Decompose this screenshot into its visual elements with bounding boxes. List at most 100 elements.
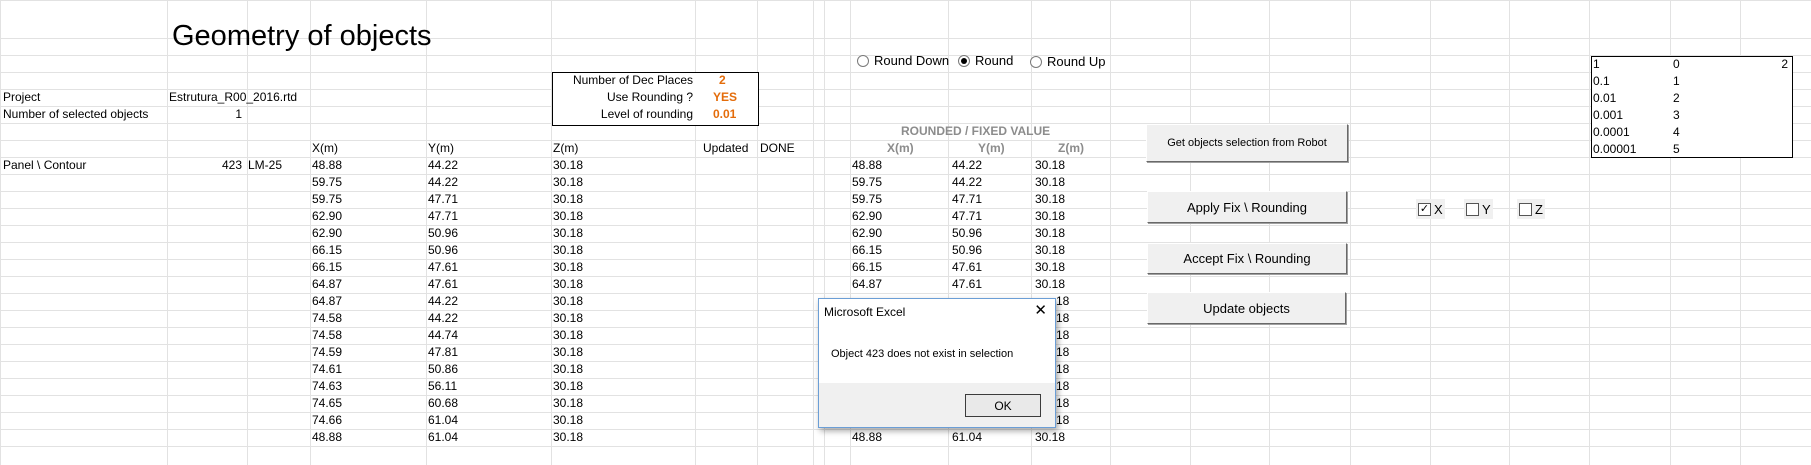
checkbox-z[interactable]: Z bbox=[1517, 199, 1545, 219]
cell-y[interactable]: 47.81 bbox=[428, 344, 458, 361]
panel-id[interactable]: 423 bbox=[200, 157, 242, 174]
cell-x[interactable]: 62.90 bbox=[312, 208, 342, 225]
project-value[interactable]: Estrutura_R00_2016.rtd bbox=[169, 89, 297, 106]
cell-y[interactable]: 61.04 bbox=[428, 412, 458, 429]
radio-round[interactable]: Round bbox=[958, 53, 1013, 68]
rounded-cell-y[interactable]: 50.96 bbox=[952, 242, 982, 259]
cell-x[interactable]: 74.65 bbox=[312, 395, 342, 412]
radio-round-down[interactable]: Round Down bbox=[857, 53, 949, 68]
rounded-cell-y[interactable]: 44.22 bbox=[952, 157, 982, 174]
apply-fix-button[interactable]: Apply Fix \ Rounding bbox=[1147, 191, 1347, 223]
rounded-cell-x[interactable]: 66.15 bbox=[852, 259, 882, 276]
cell-z[interactable]: 30.18 bbox=[553, 327, 583, 344]
rounded-cell-y[interactable]: 44.22 bbox=[952, 174, 982, 191]
rounded-cell-y[interactable]: 47.61 bbox=[952, 276, 982, 293]
lookup-decimals[interactable]: 5 bbox=[1673, 141, 1680, 158]
cell-z[interactable]: 30.18 bbox=[553, 412, 583, 429]
cell-y[interactable]: 44.22 bbox=[428, 310, 458, 327]
use-rounding-value[interactable]: YES bbox=[713, 89, 737, 106]
cell-y[interactable]: 50.96 bbox=[428, 242, 458, 259]
lookup-decimals[interactable]: 2 bbox=[1673, 90, 1680, 107]
rounded-cell-z[interactable]: 30.18 bbox=[1035, 276, 1065, 293]
cell-y[interactable]: 44.22 bbox=[428, 174, 458, 191]
rounded-cell-z[interactable]: 18 bbox=[1056, 412, 1069, 429]
rounding-level-value[interactable]: 0.01 bbox=[713, 106, 736, 123]
lookup-level[interactable]: 0.0001 bbox=[1593, 124, 1630, 141]
cell-y[interactable]: 47.61 bbox=[428, 259, 458, 276]
panel-type[interactable]: LM-25 bbox=[248, 157, 282, 174]
cell-x[interactable]: 74.58 bbox=[312, 327, 342, 344]
cell-x[interactable]: 74.58 bbox=[312, 310, 342, 327]
rounded-cell-x[interactable]: 48.88 bbox=[852, 157, 882, 174]
cell-z[interactable]: 30.18 bbox=[553, 208, 583, 225]
cell-z[interactable]: 30.18 bbox=[553, 259, 583, 276]
rounded-cell-z[interactable]: 18 bbox=[1056, 395, 1069, 412]
rounded-cell-x[interactable]: 59.75 bbox=[852, 174, 882, 191]
cell-y[interactable]: 61.04 bbox=[428, 429, 458, 446]
rounded-cell-y[interactable]: 47.61 bbox=[952, 259, 982, 276]
cell-y[interactable]: 47.71 bbox=[428, 191, 458, 208]
rounded-cell-z[interactable]: 30.18 bbox=[1035, 208, 1065, 225]
rounded-cell-x[interactable]: 62.90 bbox=[852, 208, 882, 225]
cell-z[interactable]: 30.18 bbox=[553, 174, 583, 191]
rounded-cell-x[interactable]: 66.15 bbox=[852, 242, 882, 259]
cell-y[interactable]: 60.68 bbox=[428, 395, 458, 412]
cell-z[interactable]: 30.18 bbox=[553, 378, 583, 395]
radio-round-up[interactable]: Round Up bbox=[1030, 54, 1106, 69]
rounded-cell-x[interactable]: 64.87 bbox=[852, 276, 882, 293]
lookup-decimals[interactable]: 3 bbox=[1673, 107, 1680, 124]
cell-x[interactable]: 74.59 bbox=[312, 344, 342, 361]
lookup-level[interactable]: 0.00001 bbox=[1593, 141, 1636, 158]
cell-x[interactable]: 48.88 bbox=[312, 157, 342, 174]
ok-button[interactable]: OK bbox=[965, 394, 1041, 417]
rounded-cell-x[interactable]: 59.75 bbox=[852, 191, 882, 208]
cell-y[interactable]: 44.22 bbox=[428, 293, 458, 310]
lookup-decimals[interactable]: 4 bbox=[1673, 124, 1680, 141]
lookup-level[interactable]: 0.1 bbox=[1593, 73, 1610, 90]
cell-z[interactable]: 30.18 bbox=[553, 225, 583, 242]
cell-z[interactable]: 30.18 bbox=[553, 157, 583, 174]
cell-x[interactable]: 74.63 bbox=[312, 378, 342, 395]
rounded-cell-z[interactable]: 18 bbox=[1056, 344, 1069, 361]
selected-count-value[interactable]: 1 bbox=[200, 106, 242, 123]
update-objects-button[interactable]: Update objects bbox=[1147, 292, 1346, 324]
rounded-cell-z[interactable]: 18 bbox=[1056, 327, 1069, 344]
cell-y[interactable]: 44.74 bbox=[428, 327, 458, 344]
cell-y[interactable]: 56.11 bbox=[428, 378, 457, 395]
rounded-cell-z[interactable]: 30.18 bbox=[1035, 191, 1065, 208]
cell-y[interactable]: 50.86 bbox=[428, 361, 458, 378]
get-selection-button[interactable]: Get objects selection from Robot bbox=[1146, 124, 1348, 162]
checkbox-x[interactable]: ✓ X bbox=[1416, 199, 1445, 219]
cell-z[interactable]: 30.18 bbox=[553, 395, 583, 412]
cell-y[interactable]: 50.96 bbox=[428, 225, 458, 242]
rounded-cell-z[interactable]: 30.18 bbox=[1035, 242, 1065, 259]
cell-x[interactable]: 64.87 bbox=[312, 276, 342, 293]
cell-z[interactable]: 30.18 bbox=[553, 361, 583, 378]
cell-y[interactable]: 47.61 bbox=[428, 276, 458, 293]
rounded-cell-x[interactable]: 48.88 bbox=[852, 429, 882, 446]
cell-x[interactable]: 62.90 bbox=[312, 225, 342, 242]
cell-x[interactable]: 64.87 bbox=[312, 293, 342, 310]
lookup-level[interactable]: 0.01 bbox=[1593, 90, 1616, 107]
cell-z[interactable]: 30.18 bbox=[553, 344, 583, 361]
rounded-cell-x[interactable]: 62.90 bbox=[852, 225, 882, 242]
lookup-level[interactable]: 1 bbox=[1593, 56, 1600, 73]
lookup-decimals[interactable]: 0 bbox=[1673, 56, 1680, 73]
cell-z[interactable]: 30.18 bbox=[553, 429, 583, 446]
rounded-cell-z[interactable]: 30.18 bbox=[1035, 259, 1065, 276]
cell-z[interactable]: 30.18 bbox=[553, 310, 583, 327]
rounded-cell-y[interactable]: 61.04 bbox=[952, 429, 982, 446]
dec-places-value[interactable]: 2 bbox=[719, 72, 726, 89]
checkbox-y[interactable]: Y bbox=[1464, 199, 1493, 219]
rounded-cell-y[interactable]: 47.71 bbox=[952, 191, 982, 208]
accept-fix-button[interactable]: Accept Fix \ Rounding bbox=[1147, 243, 1347, 274]
rounded-cell-z[interactable]: 30.18 bbox=[1035, 174, 1065, 191]
rounded-cell-z[interactable]: 30.18 bbox=[1035, 157, 1065, 174]
rounded-cell-y[interactable]: 47.71 bbox=[952, 208, 982, 225]
cell-y[interactable]: 44.22 bbox=[428, 157, 458, 174]
cell-x[interactable]: 59.75 bbox=[312, 174, 342, 191]
cell-z[interactable]: 30.18 bbox=[553, 293, 583, 310]
cell-x[interactable]: 74.61 bbox=[312, 361, 342, 378]
rounded-cell-z[interactable]: 18 bbox=[1056, 310, 1069, 327]
cell-x[interactable]: 66.15 bbox=[312, 242, 342, 259]
